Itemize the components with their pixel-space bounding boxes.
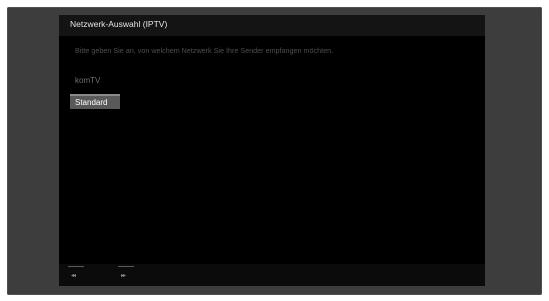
option-komtv[interactable]: komTV	[70, 74, 120, 87]
title-bar: Netzwerk-Auswahl (IPTV)	[59, 15, 485, 36]
dialog-title: Netzwerk-Auswahl (IPTV)	[70, 19, 168, 29]
option-standard[interactable]: Standard	[70, 94, 120, 109]
rewind-button[interactable]: ◂◂	[68, 266, 88, 282]
fast-forward-color-bar	[118, 266, 134, 267]
footer-bar: ◂◂ ▸▸	[59, 264, 485, 286]
fast-forward-button[interactable]: ▸▸	[118, 266, 138, 282]
instruction-text: Bitte geben Sie an, von welchem Netzwerk…	[75, 46, 334, 55]
rewind-icon: ◂◂	[71, 272, 76, 279]
tv-screen: Netzwerk-Auswahl (IPTV) Bitte geben Sie …	[59, 15, 485, 286]
fast-forward-icon: ▸▸	[121, 272, 126, 279]
rewind-color-bar	[68, 266, 84, 267]
